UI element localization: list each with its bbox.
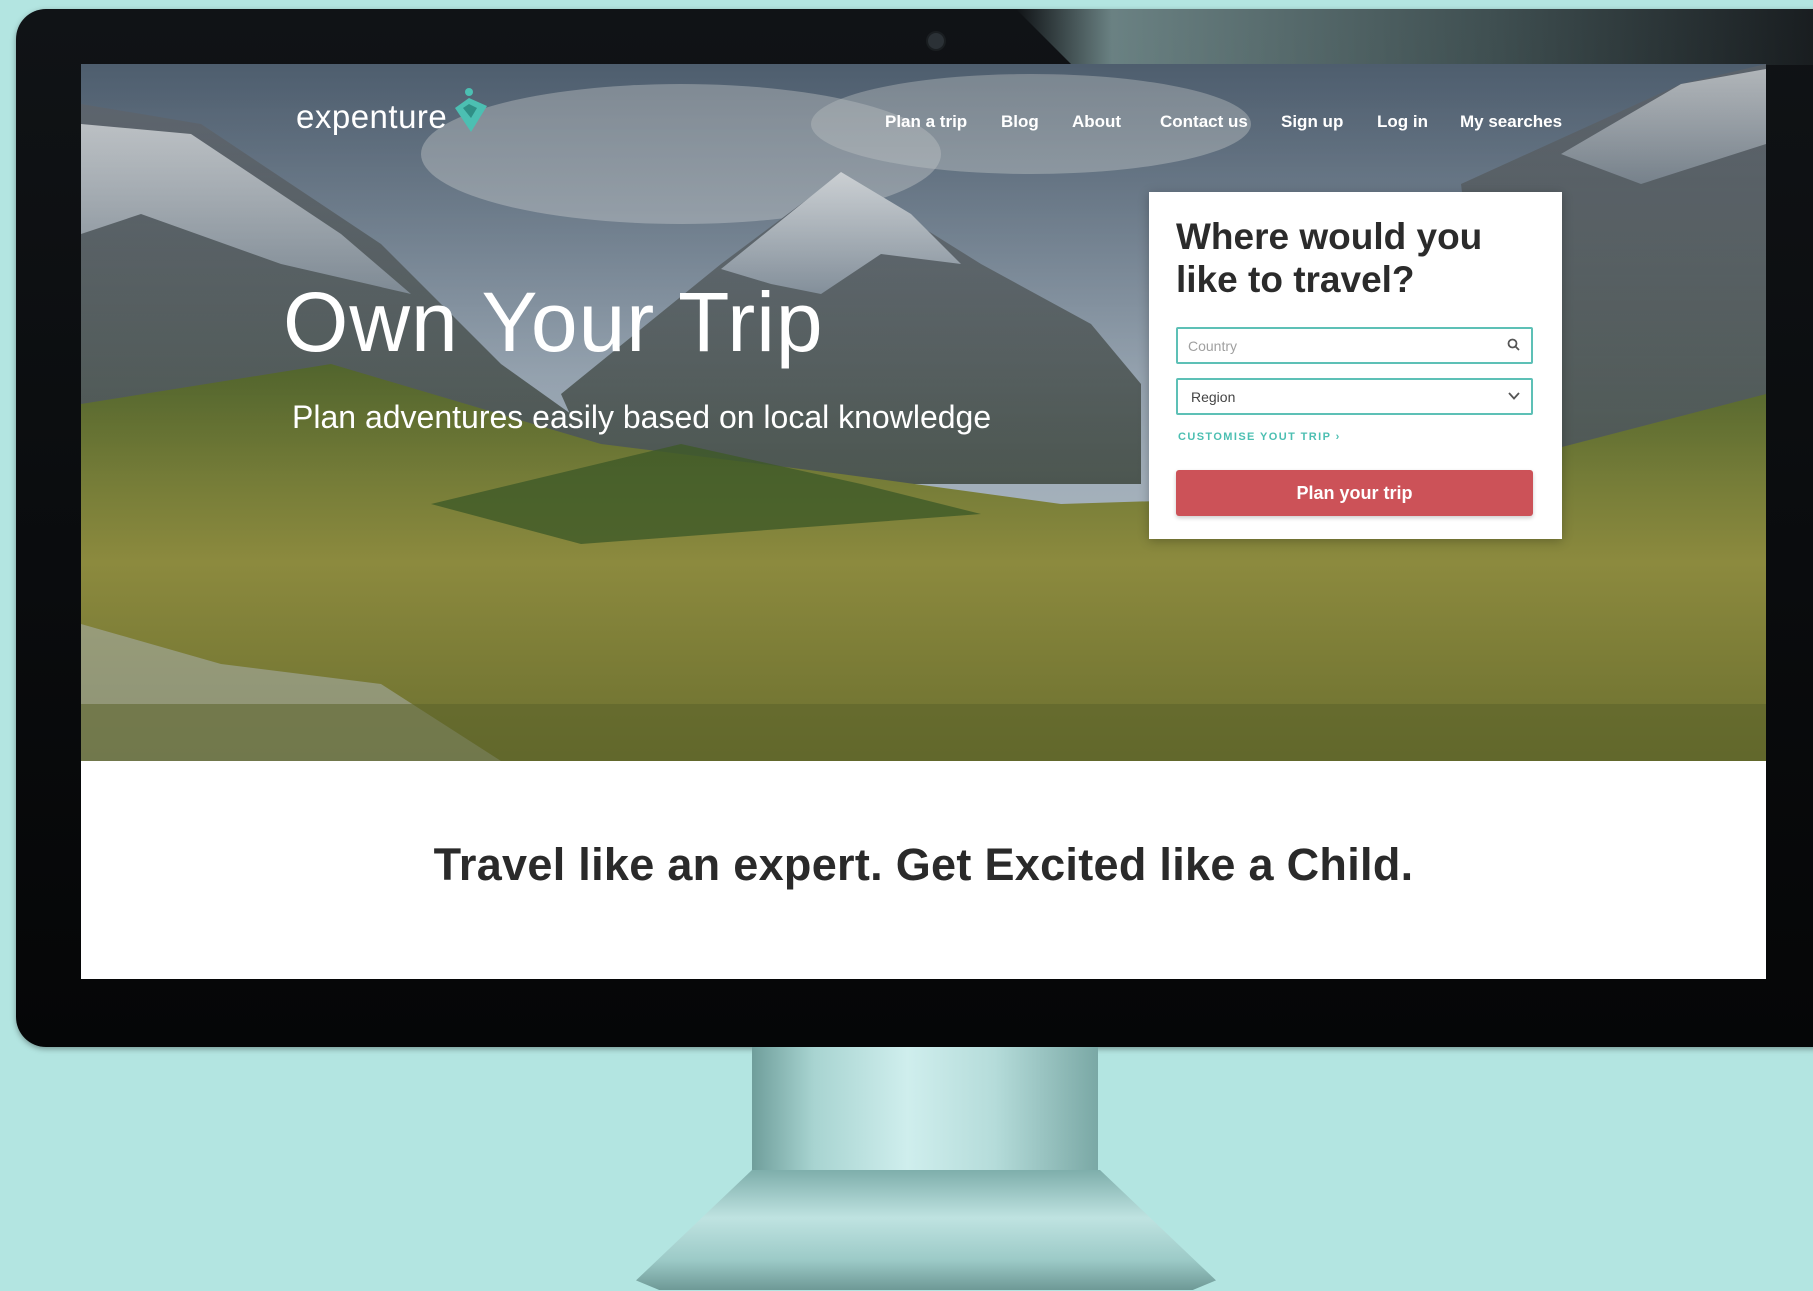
nav-log-in[interactable]: Log in: [1377, 112, 1428, 132]
screen-glare: [1016, 9, 1813, 65]
logo-pin-icon: [455, 88, 488, 132]
country-input[interactable]: [1178, 329, 1488, 362]
hero-subheadline: Plan adventures easily based on local kn…: [292, 399, 992, 435]
website-screen: expenture Plan a trip Blog About Contact…: [81, 64, 1766, 979]
search-icon[interactable]: [1506, 337, 1522, 353]
tagline: Travel like an expert. Get Excited like …: [433, 839, 1414, 890]
hero-section: expenture Plan a trip Blog About Contact…: [81, 64, 1766, 761]
nav-my-searches[interactable]: My searches: [1460, 112, 1562, 132]
trip-search-card: Where would you like to travel? Region C…: [1149, 192, 1562, 539]
region-select[interactable]: Region: [1176, 378, 1533, 415]
chevron-down-icon: [1508, 392, 1520, 400]
region-value: Region: [1191, 389, 1236, 405]
nav-blog[interactable]: Blog: [1001, 112, 1039, 132]
country-field[interactable]: [1176, 327, 1533, 364]
monitor-stand-neck: [752, 1047, 1098, 1187]
hero-headline: Own Your Trip: [283, 275, 824, 369]
customise-trip-link[interactable]: CUSTOMISE YOUT TRIP ›: [1178, 431, 1341, 443]
brand-name: expenture: [296, 98, 448, 135]
nav-sign-up[interactable]: Sign up: [1281, 112, 1343, 132]
plan-your-trip-button[interactable]: Plan your trip: [1176, 470, 1533, 516]
nav-contact-us[interactable]: Contact us: [1160, 112, 1248, 132]
monitor-stand-base: [636, 1170, 1216, 1290]
search-card-title: Where would you like to travel?: [1176, 216, 1483, 300]
webcam: [926, 31, 946, 51]
nav-plan-a-trip[interactable]: Plan a trip: [885, 112, 967, 132]
brand-logo[interactable]: expenture: [296, 86, 491, 136]
nav-about[interactable]: About: [1072, 112, 1121, 132]
